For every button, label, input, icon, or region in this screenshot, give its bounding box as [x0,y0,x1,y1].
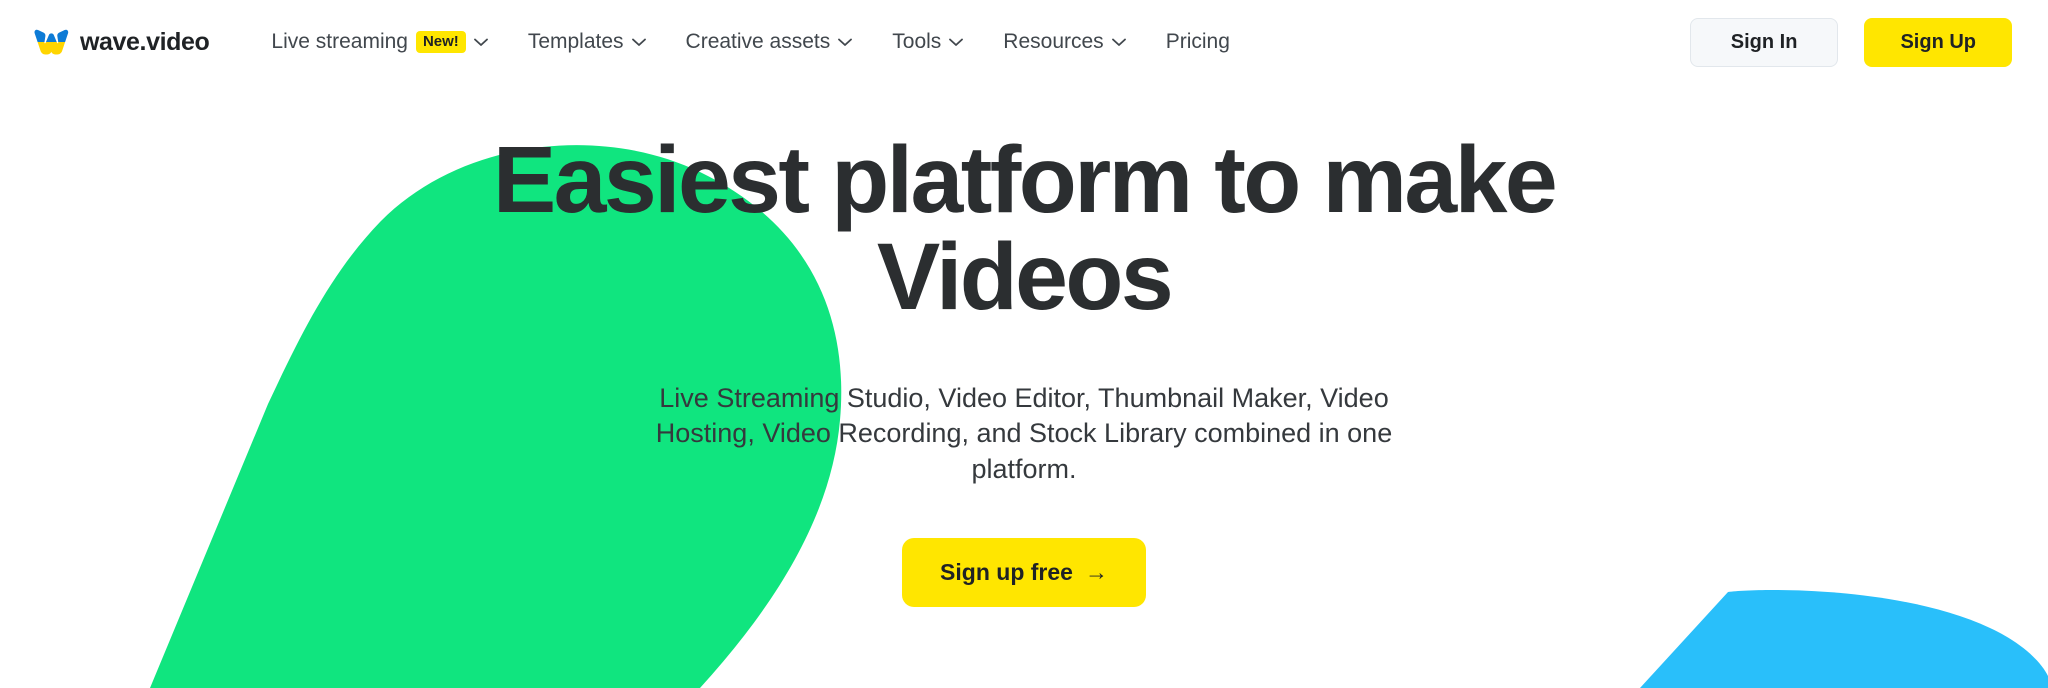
nav-label-templates: Templates [527,30,624,53]
nav-item-live-streaming[interactable]: Live streaming New! [271,20,507,64]
site-header: wave.video Live streaming New! Templates… [0,0,2048,84]
sign-up-button[interactable]: Sign Up [1864,17,2012,67]
wave-w-logo-icon [34,29,69,55]
nav-label-live-streaming: Live streaming [271,30,408,53]
hero-cta-container: Sign up free → [0,537,2048,607]
chevron-down-icon [473,38,488,46]
hero-title-line-1: Easiest platform to make [492,127,1558,233]
nav-label-pricing: Pricing [1165,30,1230,53]
nav-label-resources: Resources [1003,30,1104,53]
hero-title-line-2: Videos [876,223,1174,330]
chevron-down-icon [949,38,964,46]
nav-item-tools[interactable]: Tools [872,20,983,64]
brand-name: wave.video [80,27,210,56]
new-badge: New! [415,31,466,53]
nav-item-resources[interactable]: Resources [983,20,1145,64]
arrow-right-icon: → [1084,558,1108,585]
landing-page: wave.video Live streaming New! Templates… [0,0,2048,688]
main-navigation: Live streaming New! Templates Creative a… [271,20,1689,64]
page-title: Easiest platform to make Videos [409,132,1639,326]
sign-in-button[interactable]: Sign In [1689,17,1839,67]
nav-label-creative-assets: Creative assets [685,30,831,53]
nav-item-pricing[interactable]: Pricing [1146,20,1250,64]
nav-item-creative-assets[interactable]: Creative assets [666,20,873,64]
chevron-down-icon [838,38,853,46]
cta-label: Sign up free [940,558,1073,585]
auth-actions: Sign In Sign Up [1689,17,2012,67]
nav-label-tools: Tools [892,30,942,53]
chevron-down-icon [631,38,646,46]
sign-up-free-button[interactable]: Sign up free → [902,537,1146,607]
hero-subtitle: Live Streaming Studio, Video Editor, Thu… [655,382,1393,485]
hero-section: Easiest platform to make Videos Live Str… [0,84,2048,607]
brand-logo[interactable]: wave.video [34,27,210,57]
nav-item-templates[interactable]: Templates [508,20,666,64]
chevron-down-icon [1111,38,1126,46]
